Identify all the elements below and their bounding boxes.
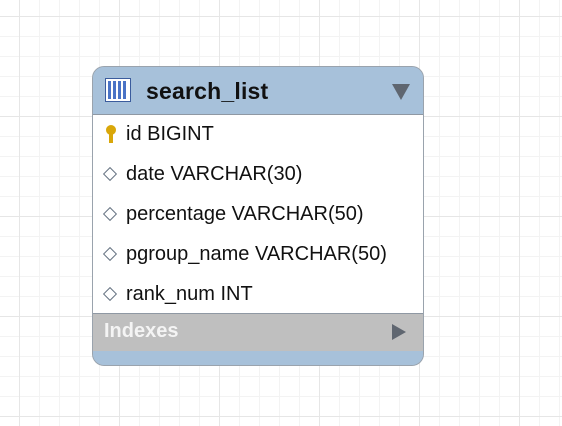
table-header[interactable]: search_list [93,67,423,114]
column-list: id BIGINT date VARCHAR(30) percentage VA… [93,114,423,314]
expand-arrow-icon[interactable] [392,324,406,340]
indexes-section[interactable]: Indexes [93,314,423,351]
primary-key-icon [106,125,116,143]
column-row-rank-num[interactable]: rank_num INT [93,275,423,315]
collapse-arrow-icon[interactable] [392,84,410,100]
table-icon [105,78,131,102]
column-label: pgroup_name VARCHAR(50) [126,243,387,265]
column-label: id BIGINT [126,123,214,145]
indexes-label: Indexes [104,320,179,342]
table-card-search-list[interactable]: search_list id BIGINT date VARCHAR(30) p… [92,66,424,366]
column-row-percentage[interactable]: percentage VARCHAR(50) [93,195,423,235]
column-diamond-icon [102,286,118,302]
column-label: percentage VARCHAR(50) [126,203,364,225]
column-diamond-icon [102,206,118,222]
table-footer [93,351,423,365]
column-label: date VARCHAR(30) [126,163,303,185]
column-diamond-icon [102,166,118,182]
column-row-date[interactable]: date VARCHAR(30) [93,155,423,195]
table-title: search_list [146,78,269,104]
column-row-id[interactable]: id BIGINT [93,115,423,155]
column-diamond-icon [102,246,118,262]
column-label: rank_num INT [126,283,253,305]
column-row-pgroup-name[interactable]: pgroup_name VARCHAR(50) [93,235,423,275]
